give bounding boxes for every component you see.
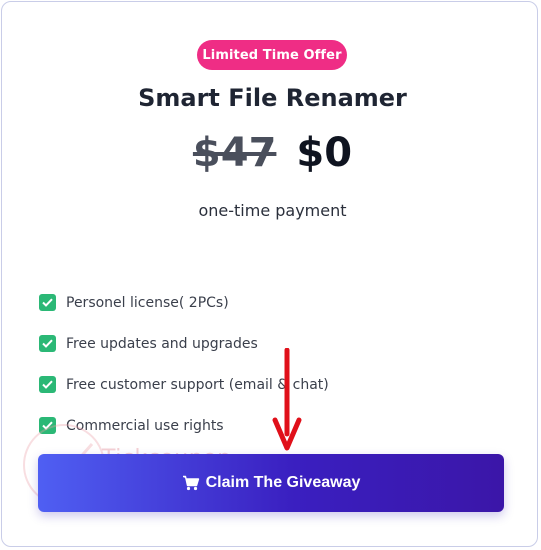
limited-offer-badge: Limited Time Offer (197, 40, 347, 70)
claim-giveaway-label: Claim The Giveaway (205, 474, 361, 491)
product-title: Smart File Renamer (138, 84, 407, 112)
cart-icon (182, 475, 200, 491)
feature-label: Free updates and upgrades (66, 335, 258, 352)
checkbox-check-icon (39, 294, 56, 311)
feature-label: Personel license( 2PCs) (66, 294, 229, 311)
checkbox-check-icon (39, 335, 56, 352)
feature-item: Personel license( 2PCs) (39, 282, 329, 323)
original-price: $47 (192, 130, 277, 176)
checkbox-check-icon (39, 376, 56, 393)
claim-giveaway-button[interactable]: Claim The Giveaway (38, 454, 504, 512)
feature-label: Commercial use rights (66, 417, 224, 434)
sale-price: $0 (296, 130, 353, 176)
arrow-down-icon (272, 348, 302, 451)
checkbox-check-icon (39, 417, 56, 434)
payment-subtitle: one-time payment (198, 201, 347, 220)
price-row: $47 $0 (2, 130, 541, 176)
